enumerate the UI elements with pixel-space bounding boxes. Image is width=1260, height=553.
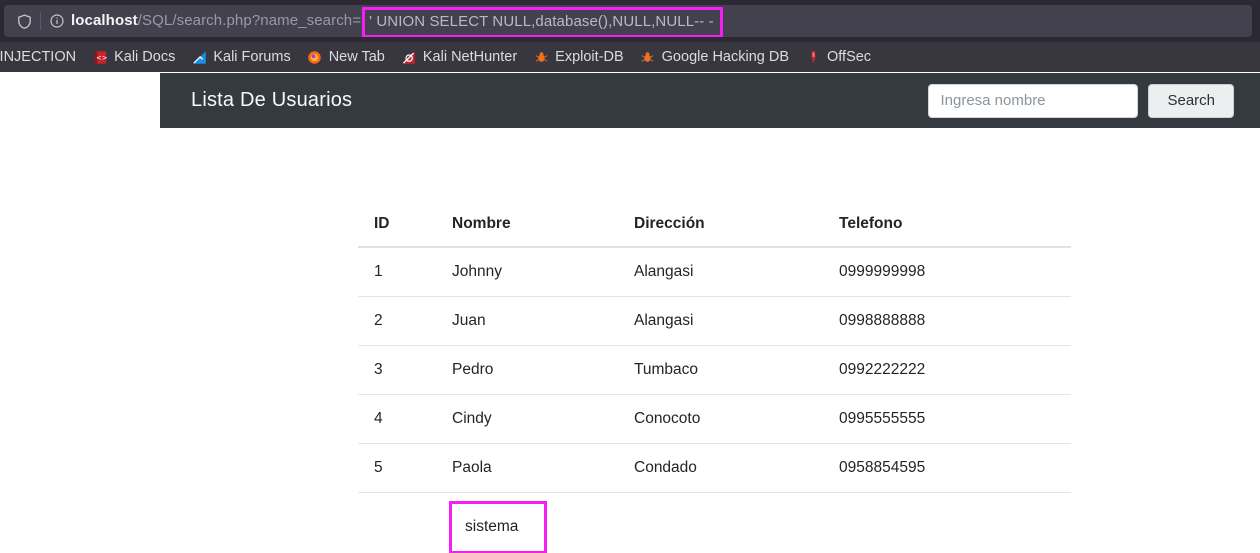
cell-direccion <box>618 493 823 553</box>
url-host: localhost <box>71 11 138 29</box>
bookmark-label: L INJECTION <box>0 49 77 65</box>
cell-nombre: Paola <box>436 443 618 493</box>
table-row: 2 Juan Alangasi 0998888888 <box>358 296 1071 346</box>
column-header-id: ID <box>358 204 436 248</box>
bookmarks-bar: L INJECTION <> Kali Docs Kali Forums <box>0 42 1260 72</box>
cell-telefono: 0998888888 <box>823 296 1071 346</box>
cell-nombre-injected: sistema <box>436 493 618 553</box>
bookmark-label: New Tab <box>328 49 385 65</box>
table-row: 4 Cindy Conocoto 0995555555 <box>358 394 1071 444</box>
bookmark-label: Kali Docs <box>114 49 176 65</box>
cell-id: 1 <box>358 247 436 297</box>
address-bar[interactable]: localhost/SQL/search.php?name_search= ' U… <box>4 5 1252 37</box>
kali-docs-book-icon: <> <box>92 49 108 65</box>
table-row: 3 Pedro Tumbaco 0992222222 <box>358 345 1071 395</box>
column-header-telefono: Telefono <box>823 204 1071 248</box>
page-title: Lista De Usuarios <box>191 89 353 111</box>
bookmark-google-hacking-db[interactable]: Google Hacking DB <box>632 47 797 67</box>
table-body: 1 Johnny Alangasi 0999999998 2 Juan Alan… <box>358 247 1071 553</box>
table-header: ID Nombre Dirección Telefono <box>358 204 1071 248</box>
bookmark-label: Google Hacking DB <box>661 49 789 65</box>
bookmark-label: Kali Forums <box>213 49 291 65</box>
search-button[interactable]: Search <box>1148 83 1234 118</box>
table-row-injected: sistema <box>358 493 1071 553</box>
url-injection-highlight: ' UNION SELECT NULL,database(),NULL,NULL… <box>362 6 723 37</box>
kali-forums-icon <box>191 49 207 65</box>
svg-text:<>: <> <box>96 54 108 62</box>
url-bar-row: localhost/SQL/search.php?name_search= ' U… <box>0 0 1260 42</box>
search-input[interactable] <box>928 83 1139 118</box>
cell-nombre: Johnny <box>436 247 618 297</box>
browser-chrome: localhost/SQL/search.php?name_search= ' U… <box>0 0 1260 72</box>
cell-id: 5 <box>358 443 436 493</box>
bookmark-exploit-db[interactable]: Exploit-DB <box>525 47 632 67</box>
table-row: 5 Paola Condado 0958854595 <box>358 443 1071 493</box>
bookmark-offsec[interactable]: OffSec <box>797 47 879 67</box>
app-navbar: Lista De Usuarios Search <box>160 73 1260 128</box>
table-row: 1 Johnny Alangasi 0999999998 <box>358 247 1071 297</box>
users-table-container: ID Nombre Dirección Telefono 1 Johnny Al… <box>358 204 1071 553</box>
cell-telefono <box>823 493 1071 553</box>
injected-database-name: sistema <box>449 501 548 553</box>
bookmark-kali-docs[interactable]: <> Kali Docs <box>84 47 183 67</box>
cell-id <box>358 493 436 553</box>
info-icon[interactable] <box>43 6 71 36</box>
cell-telefono: 0992222222 <box>823 345 1071 395</box>
offsec-icon <box>805 49 821 65</box>
bookmark-sql-injection[interactable]: L INJECTION <box>0 47 84 67</box>
bookmark-label: Exploit-DB <box>555 49 624 65</box>
cell-nombre: Pedro <box>436 345 618 395</box>
bookmark-kali-nethunter[interactable]: Kali NetHunter <box>393 47 525 67</box>
cell-nombre: Juan <box>436 296 618 346</box>
firefox-icon <box>307 49 323 65</box>
search-form: Search <box>928 83 1260 118</box>
cell-direccion: Condado <box>618 443 823 493</box>
google-hacking-db-icon <box>640 49 656 65</box>
kali-nethunter-icon <box>401 49 417 65</box>
cell-direccion: Tumbaco <box>618 345 823 395</box>
cell-id: 2 <box>358 296 436 346</box>
users-table: ID Nombre Dirección Telefono 1 Johnny Al… <box>358 204 1071 553</box>
bookmark-kali-forums[interactable]: Kali Forums <box>183 47 298 67</box>
exploit-db-icon <box>533 49 549 65</box>
url-divider <box>40 12 41 30</box>
table-header-row: ID Nombre Dirección Telefono <box>358 204 1071 248</box>
cell-nombre: Cindy <box>436 394 618 444</box>
bookmark-label: OffSec <box>827 49 872 65</box>
cell-id: 4 <box>358 394 436 444</box>
cell-telefono: 0958854595 <box>823 443 1071 493</box>
url-path: /SQL/search.php?name_search= <box>137 11 362 29</box>
url-text: localhost/SQL/search.php?name_search= ' U… <box>71 6 723 37</box>
bookmark-new-tab[interactable]: New Tab <box>299 47 393 67</box>
column-header-nombre: Nombre <box>436 204 618 248</box>
cell-direccion: Conocoto <box>618 394 823 444</box>
cell-telefono: 0999999998 <box>823 247 1071 297</box>
page-content: Lista De Usuarios Search ID Nombre Direc… <box>0 72 1260 553</box>
cell-direccion: Alangasi <box>618 296 823 346</box>
cell-id: 3 <box>358 345 436 395</box>
cell-direccion: Alangasi <box>618 247 823 297</box>
shield-icon[interactable] <box>10 6 38 36</box>
bookmark-label: Kali NetHunter <box>422 49 518 65</box>
cell-telefono: 0995555555 <box>823 394 1071 444</box>
column-header-direccion: Dirección <box>618 204 823 248</box>
